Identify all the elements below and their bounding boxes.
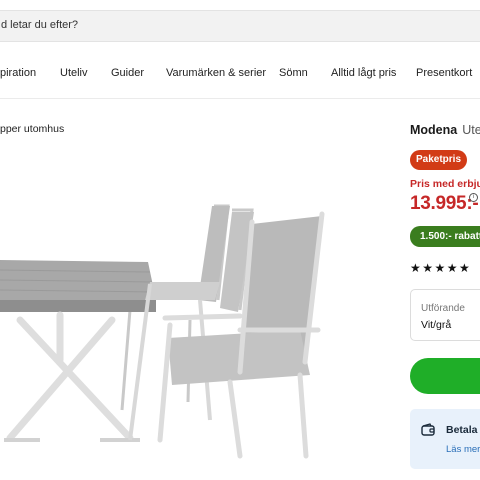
payment-read-more-link[interactable]: Läs mer [446,444,480,455]
product-name: Uteg [462,123,480,137]
search-input[interactable]: d letar du efter? [0,10,480,42]
table-edge [0,300,156,312]
nav-item-uteliv[interactable]: Uteliv [60,67,88,79]
add-to-cart-button[interactable] [410,358,480,394]
main-navigation: piration Uteliv Guider Varumärken & seri… [0,60,480,88]
nav-divider [0,98,480,99]
product-brand[interactable]: Modena [410,123,457,137]
variant-label: Utförande [421,303,465,314]
product-image[interactable] [0,190,390,480]
wallet-icon [421,423,435,436]
side-chair-seat [145,282,220,300]
search-placeholder: d letar du efter? [1,19,79,31]
discount-badge: 1.500:- rabatt [410,226,480,247]
nav-item-varumarken[interactable]: Varumärken & serier [166,67,266,79]
payment-title: Betala [446,424,478,436]
nav-item-somn[interactable]: Sömn [279,67,308,79]
variant-selector[interactable]: Utförande Vit/grå [410,289,480,341]
payment-info-box: Betala Läs mer [410,409,480,469]
table-legs [6,311,134,442]
variant-value: Vit/grå [421,319,452,331]
product-title: Modena Uteg [410,123,480,137]
rating-stars[interactable]: ★★★★★ [410,261,471,275]
nav-item-presentkort[interactable]: Presentkort [416,67,472,79]
nav-item-inspiration[interactable]: piration [0,67,36,79]
nav-item-guider[interactable]: Guider [111,67,144,79]
offer-price-label: Pris med erbjuda [410,178,480,190]
info-icon[interactable]: i [469,193,478,202]
nav-item-alltid-lagt-pris[interactable]: Alltid lågt pris [331,67,396,79]
paketpris-badge: Paketpris [410,150,467,170]
breadcrumb[interactable]: pper utomhus [0,123,64,135]
